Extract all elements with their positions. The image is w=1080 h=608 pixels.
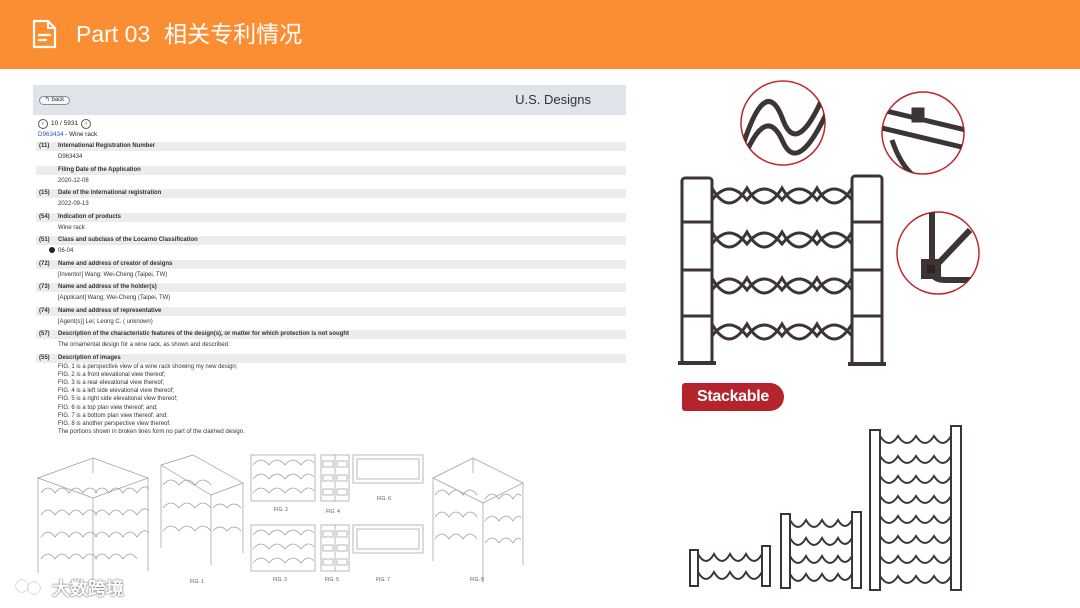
image-desc-line: FIG. 3 is a rear elevational view thereo…: [58, 379, 165, 386]
field-label: Filing Date of the Application: [58, 166, 141, 173]
field-value: The ornamental design for a wine rack, a…: [58, 342, 230, 348]
record-pager: ‹ 10 / 5931 ›: [38, 118, 92, 129]
info-icon[interactable]: [49, 247, 55, 253]
field-label: Date of the international registration: [58, 190, 162, 196]
field-code: (73): [39, 284, 50, 290]
document-icon: [32, 19, 57, 49]
field-value-row: 06-04: [36, 245, 626, 260]
next-record-icon[interactable]: ›: [81, 118, 92, 129]
fig-label: FIG. 3: [273, 577, 287, 583]
fig-1-drawing: [36, 457, 150, 593]
field-filing-date: Filing Date of the Application 2020-12-0…: [36, 165, 626, 190]
image-desc-line: FIG. 4 is a left side elevational view t…: [58, 388, 175, 395]
detail-circle-joint: [881, 91, 965, 175]
image-desc-line: FIG. 8 is another perspective view there…: [58, 420, 171, 427]
field-representative: (74) Name and address of representative […: [36, 306, 626, 331]
wine-rack-main: [678, 174, 886, 366]
fig-6-drawing: [352, 454, 424, 554]
header-bar: Part 03 相关专利情况: [0, 0, 1080, 69]
image-desc-line: FIG. 5 is a right side elevational view …: [58, 396, 178, 403]
fig-label: FIG. 7: [376, 577, 390, 583]
document-name: Wine rack: [69, 131, 98, 138]
back-button-label: back: [51, 97, 65, 103]
document-number-link[interactable]: D963434: [38, 131, 64, 138]
detail-circle-top-curve: [740, 80, 826, 166]
brand-logo-icon: [9, 579, 41, 596]
field-value: 2022-09-13: [58, 201, 89, 207]
fig-label: FIG. 4: [326, 509, 340, 515]
fig-3-drawing: [250, 454, 316, 572]
field-label: Description of images: [58, 354, 121, 361]
pager-count: 10 / 5931: [51, 120, 79, 127]
fig-label: FIG. 2: [274, 507, 288, 513]
field-label: Description of the characteristic featur…: [58, 331, 350, 337]
field-value: [Inventor] Wang; Wei-Cheng (Taipei, TW): [58, 271, 168, 278]
field-code: (57): [39, 331, 50, 337]
field-holder: (73) Name and address of the holder(s) [A…: [36, 283, 626, 307]
field-code: (51): [39, 237, 50, 243]
field-registration-date: (15) Date of the international registrati…: [36, 189, 626, 213]
field-value: [Applicant] Wang; Wei-Cheng (Taipei, TW): [58, 295, 171, 301]
field-label: Name and address of representative: [58, 307, 162, 314]
image-desc-line: FIG. 6 is a top plan view thereof; and;: [58, 404, 158, 411]
field-description: (57) Description of the characteristic fe…: [36, 330, 626, 354]
page-title: Part 03 相关专利情况: [76, 18, 302, 51]
slide: Part 03 相关专利情况 ↰ back U.S. Designs ‹ 10 /…: [0, 0, 1080, 608]
field-value: Wine rack: [58, 224, 85, 231]
field-code: (72): [39, 260, 50, 267]
previous-record-icon[interactable]: ‹: [38, 118, 48, 129]
field-label: Name and address of creator of designs: [58, 260, 173, 267]
fig-label: FIG. 8: [470, 577, 484, 583]
field-locarno-class: (51) Class and subclass of the Locarno Cl…: [36, 236, 626, 260]
detail-circle-foot: [896, 211, 980, 295]
stackable-badge: Stackable: [682, 383, 784, 411]
watermark-text: 大数跨境: [52, 579, 124, 600]
field-label: Indication of products: [58, 213, 121, 220]
image-desc-line: FIG. 7 is a bottom plan view thereof; an…: [58, 412, 168, 419]
section-title: 相关专利情况: [164, 22, 303, 48]
field-value: D963434: [58, 154, 83, 160]
patent-fields: (11) International Registration Number D9…: [36, 142, 626, 436]
field-products: (54) Indication of products Wine rack: [36, 212, 626, 237]
database-title: U.S. Designs: [515, 92, 591, 107]
field-code: (11): [39, 143, 50, 149]
image-desc-line: FIG. 1 is a perspective view of a wine r…: [58, 363, 238, 370]
field-label: International Registration Number: [58, 143, 156, 149]
field-images: (55) Description of images FIG. 1 is a pe…: [36, 353, 626, 437]
image-desc-line: FIG. 2 is a front elevational view there…: [58, 371, 166, 378]
field-code: (74): [39, 307, 50, 314]
field-creator: (72) Name and address of creator of desig…: [36, 259, 626, 284]
field-value: [Agent(s)] Lei; Leong C. ( unknown): [58, 318, 153, 325]
field-code: (55): [39, 354, 50, 361]
wine-rack-product-photo: [678, 80, 980, 366]
watermark: 大数跨境: [8, 575, 124, 601]
fig-8-drawing: [432, 457, 524, 583]
field-label: Class and subclass of the Locarno Classi…: [58, 237, 198, 243]
part-number: Part 03: [76, 21, 151, 47]
field-value: 2020-12-08: [58, 177, 89, 184]
image-desc-line: The portions shown in broken lines form …: [58, 429, 245, 436]
field-registration-number: (11) International Registration Number D9…: [36, 142, 626, 166]
fig-label: FIG. 1: [190, 579, 204, 585]
fig-label: FIG. 5: [325, 577, 339, 583]
back-button[interactable]: ↰ back: [39, 96, 70, 105]
document-identifier: D963434 - Wine rack: [38, 131, 97, 138]
fig-label: FIG. 6: [377, 496, 391, 502]
image-descriptions: FIG. 1 is a perspective view of a wine r…: [36, 363, 626, 437]
field-label: Name and address of the holder(s): [58, 284, 157, 290]
stacked-racks: [689, 425, 962, 591]
patent-record-panel: ↰ back U.S. Designs ‹ 10 / 5931 › D96343…: [33, 85, 626, 600]
fig-2-drawing: [160, 454, 244, 565]
stacked-racks-photo: [689, 425, 962, 591]
field-value: 06-04: [58, 248, 74, 254]
field-code: (54): [39, 213, 50, 220]
patent-top-bar: ↰ back U.S. Designs: [33, 85, 626, 115]
field-code: (15): [39, 190, 50, 196]
